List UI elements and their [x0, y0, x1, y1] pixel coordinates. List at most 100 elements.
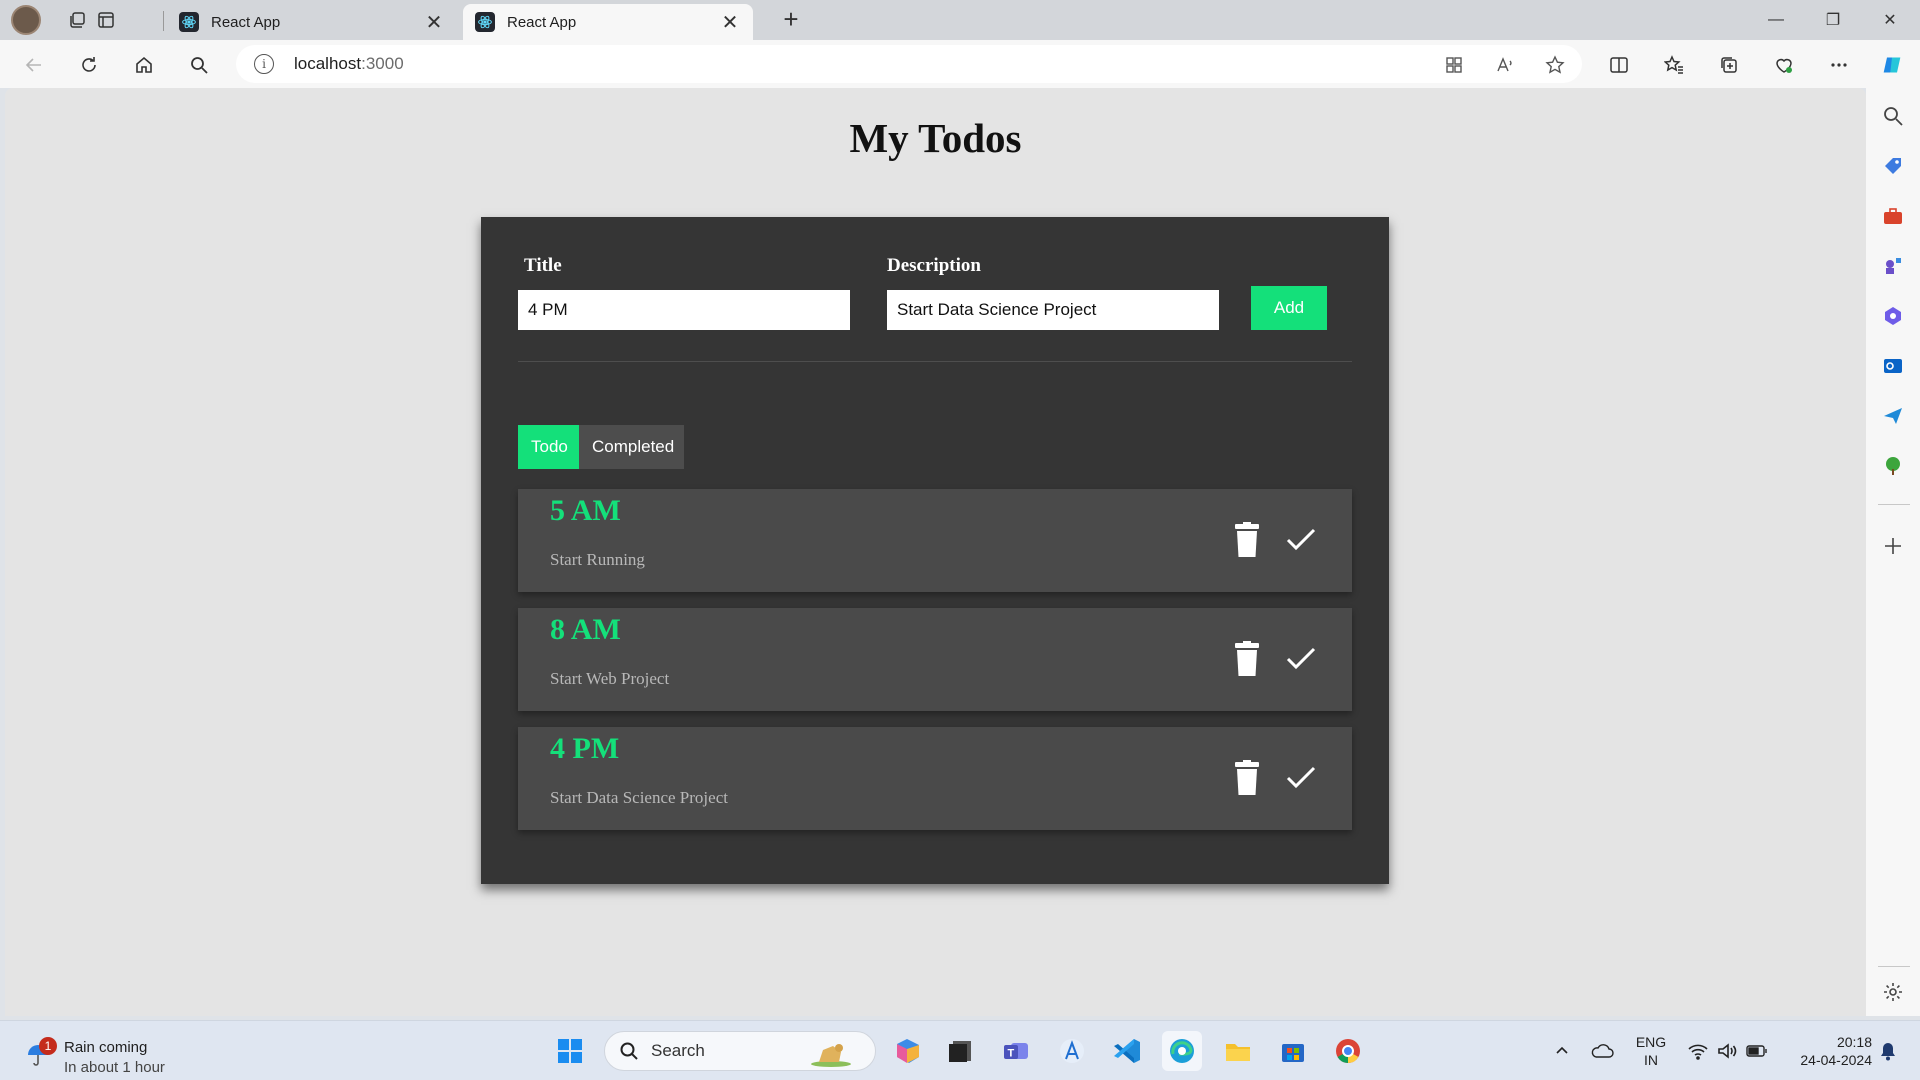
workspaces-icon[interactable]	[63, 6, 91, 34]
outlook-icon[interactable]	[1881, 354, 1905, 378]
clock-date: 24-04-2024	[1800, 1052, 1872, 1068]
home-icon[interactable]	[129, 50, 159, 80]
restore-button[interactable]: ❐	[1806, 0, 1860, 40]
react-logo-icon	[179, 12, 199, 32]
windows-start-icon[interactable]	[550, 1031, 590, 1071]
minimize-button[interactable]: —	[1749, 0, 1803, 40]
search-placeholder: Search	[651, 1041, 705, 1060]
more-options-icon[interactable]	[1824, 50, 1854, 80]
collections-icon[interactable]	[1714, 50, 1744, 80]
favorite-star-icon[interactable]	[1540, 50, 1570, 80]
title-label: Title	[524, 255, 562, 276]
settings-gear-icon[interactable]	[1881, 980, 1905, 1004]
close-window-button[interactable]: ✕	[1863, 0, 1917, 40]
delete-trash-icon[interactable]	[1232, 760, 1262, 796]
weather-subtext: In about 1 hour	[64, 1059, 165, 1076]
windows-taskbar: 1 Rain coming In about 1 hour Search T E…	[0, 1020, 1920, 1080]
tab-separator	[163, 11, 164, 31]
refresh-icon[interactable]	[74, 50, 104, 80]
language-code: ENG	[1635, 1034, 1667, 1050]
browser-toolbar: i localhost:3000	[0, 40, 1920, 88]
weather-widget[interactable]: 1 Rain coming In about 1 hour	[26, 1029, 176, 1076]
send-icon[interactable]	[1881, 404, 1905, 428]
delete-trash-icon[interactable]	[1232, 522, 1262, 558]
tab-label: React App	[507, 13, 577, 31]
notification-bell-icon[interactable]	[1876, 1031, 1900, 1071]
vscode-icon[interactable]	[1107, 1031, 1147, 1071]
tab-label: React App	[211, 13, 281, 31]
apps-icon[interactable]	[1439, 50, 1469, 80]
close-tab-icon[interactable]: ✕	[423, 11, 445, 34]
delete-trash-icon[interactable]	[1232, 641, 1262, 677]
sidebar-separator	[1878, 504, 1910, 505]
microsoft-store-icon[interactable]	[1273, 1031, 1313, 1071]
profile-avatar[interactable]	[11, 5, 41, 35]
file-explorer-icon[interactable]	[1218, 1031, 1258, 1071]
read-aloud-icon[interactable]	[1490, 50, 1520, 80]
add-icon[interactable]	[1881, 534, 1905, 558]
todo-title: 4 PM	[550, 732, 620, 765]
add-button[interactable]: Add	[1251, 286, 1327, 330]
copilot-icon[interactable]	[1877, 50, 1907, 80]
teams-icon[interactable]: T	[996, 1031, 1036, 1071]
split-screen-icon[interactable]	[1604, 50, 1634, 80]
wifi-icon[interactable]	[1684, 1031, 1712, 1071]
weather-headline: Rain coming	[64, 1039, 148, 1056]
tab-todo[interactable]: Todo	[518, 425, 579, 469]
edge-browser-icon[interactable]	[1162, 1031, 1202, 1071]
todo-description: Start Data Science Project	[550, 788, 728, 807]
url-port: :3000	[361, 54, 404, 73]
todo-title: 5 AM	[550, 494, 621, 527]
volume-icon[interactable]	[1714, 1031, 1740, 1071]
title-input[interactable]	[518, 290, 850, 330]
input-language[interactable]: ENG IN	[1628, 1033, 1674, 1069]
complete-check-icon[interactable]	[1286, 765, 1316, 789]
system-clock[interactable]: 20:18 24-04-2024	[1778, 1033, 1872, 1069]
shopping-tag-icon[interactable]	[1881, 154, 1905, 178]
tab-actions-icon[interactable]	[92, 6, 120, 34]
svg-text:T: T	[1008, 1048, 1015, 1060]
todo-item: 4 PM Start Data Science Project	[518, 727, 1352, 830]
page-title: My Todos	[849, 115, 1022, 161]
complete-check-icon[interactable]	[1286, 527, 1316, 551]
file-viewer-icon[interactable]	[940, 1031, 980, 1071]
search-icon	[620, 1042, 638, 1060]
tree-icon[interactable]	[1881, 454, 1905, 478]
games-icon[interactable]	[1881, 254, 1905, 278]
complete-check-icon[interactable]	[1286, 646, 1316, 670]
site-info-icon[interactable]: i	[254, 54, 274, 74]
tools-briefcase-icon[interactable]	[1881, 204, 1905, 228]
back-arrow-icon[interactable]	[19, 50, 49, 80]
tab-completed[interactable]: Completed	[579, 425, 684, 469]
notification-badge: 1	[39, 1037, 57, 1055]
onedrive-cloud-icon[interactable]	[1588, 1031, 1616, 1071]
copilot-app-icon[interactable]	[888, 1031, 928, 1071]
url-host: localhost	[294, 54, 362, 73]
todo-card: Title Description Add Todo Completed 5 A…	[481, 217, 1389, 884]
description-label: Description	[887, 255, 981, 276]
tab-react-app-2[interactable]: React App ✕	[463, 4, 753, 40]
chrome-icon[interactable]	[1328, 1031, 1368, 1071]
address-bar[interactable]: i localhost:3000	[236, 45, 1582, 83]
search-icon[interactable]	[184, 50, 214, 80]
react-logo-icon	[475, 12, 495, 32]
todo-title: 8 AM	[550, 613, 621, 646]
language-region: IN	[1644, 1052, 1658, 1068]
azure-data-studio-icon[interactable]	[1052, 1031, 1092, 1071]
search-icon[interactable]	[1881, 104, 1905, 128]
favorites-icon[interactable]	[1659, 50, 1689, 80]
taskbar-search[interactable]: Search	[604, 1031, 876, 1071]
sidebar-separator	[1878, 966, 1910, 967]
form-divider	[518, 361, 1352, 362]
browser-essentials-icon[interactable]	[1769, 50, 1799, 80]
copilot-apps-icon[interactable]	[1881, 304, 1905, 328]
show-hidden-icons-chevron-icon[interactable]	[1550, 1031, 1574, 1071]
search-highlight-icon	[811, 1044, 851, 1067]
battery-icon[interactable]	[1744, 1031, 1770, 1071]
description-input[interactable]	[887, 290, 1219, 330]
todo-item: 8 AM Start Web Project	[518, 608, 1352, 711]
tab-react-app-1[interactable]: React App ✕	[167, 4, 457, 40]
todo-item: 5 AM Start Running	[518, 489, 1352, 592]
close-tab-icon[interactable]: ✕	[719, 11, 741, 34]
new-tab-button[interactable]: +	[777, 6, 805, 34]
